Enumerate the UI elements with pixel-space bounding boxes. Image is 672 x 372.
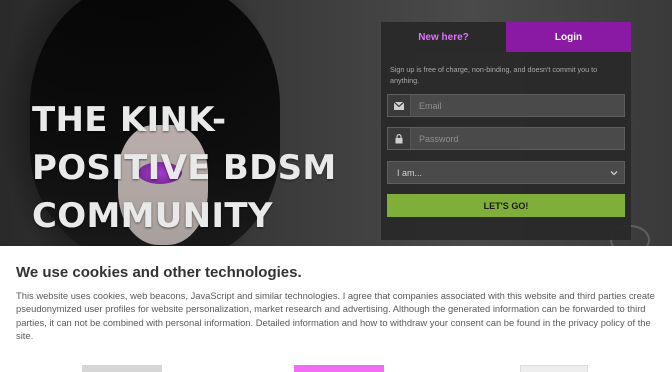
email-input[interactable] <box>411 95 624 116</box>
lock-icon <box>388 128 411 149</box>
cookie-settings-button[interactable] <box>82 365 162 372</box>
email-field-wrapper <box>387 94 625 117</box>
gender-select[interactable]: I am... <box>387 161 625 184</box>
cookie-title: We use cookies and other technologies. <box>16 264 302 281</box>
password-input[interactable] <box>411 128 624 149</box>
password-field-wrapper <box>387 127 625 150</box>
headline-line-1: THE KINK- <box>32 100 227 140</box>
cookie-accept-button[interactable] <box>294 365 384 372</box>
signup-intro-text: Sign up is free of charge, non-binding, … <box>390 65 598 85</box>
cookie-text: This website uses cookies, web beacons, … <box>16 290 655 342</box>
tab-login[interactable]: Login <box>506 22 631 52</box>
signup-panel: New here? Login Sign up is free of charg… <box>381 22 631 240</box>
gender-select-value: I am... <box>397 167 423 178</box>
chevron-down-icon <box>610 168 618 178</box>
auth-tabs: New here? Login <box>381 22 631 52</box>
cookie-decline-button[interactable] <box>520 365 588 372</box>
headline-line-2: POSITIVE BDSM <box>32 148 337 188</box>
tab-new-here[interactable]: New here? <box>381 22 506 52</box>
cookie-consent-banner: We use cookies and other technologies. T… <box>0 246 672 372</box>
lets-go-button[interactable]: LET'S GO! <box>387 194 625 217</box>
envelope-icon <box>388 95 411 116</box>
